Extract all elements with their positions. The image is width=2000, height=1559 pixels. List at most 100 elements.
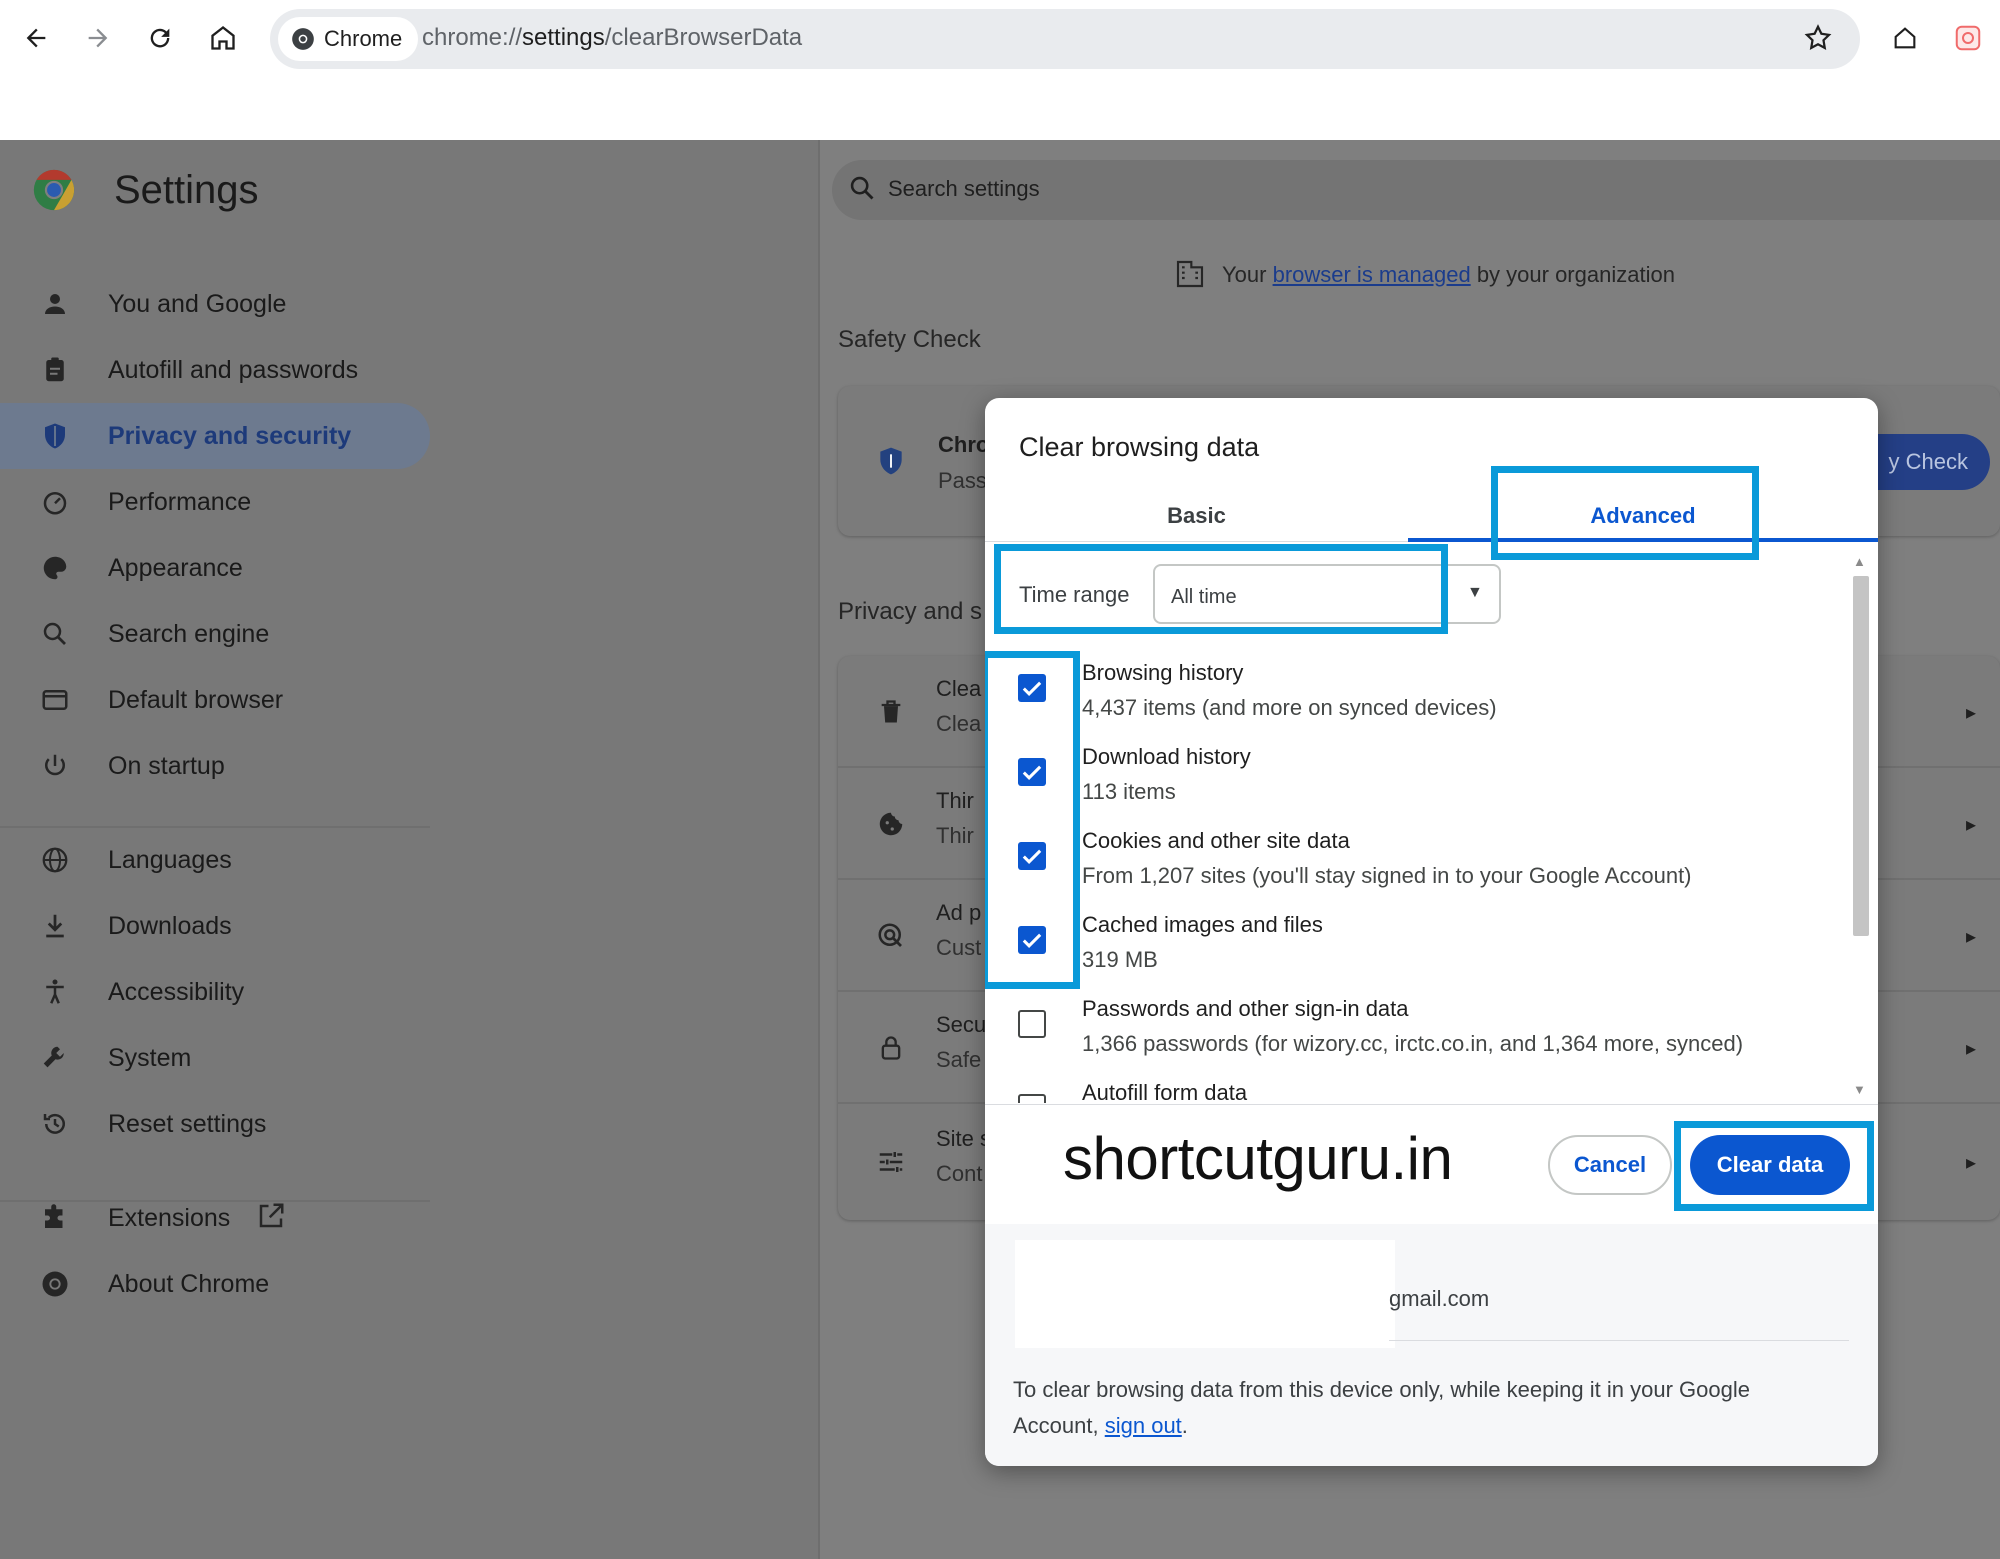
sidebar-item-label: You and Google [108, 289, 287, 318]
scrollbar-thumb[interactable] [1853, 576, 1869, 936]
history-icon [38, 1107, 72, 1141]
chevron-right-icon[interactable]: ▸ [1966, 1036, 1976, 1061]
sidebar-item-label: Autofill and passwords [108, 355, 359, 384]
search-placeholder: Search settings [888, 176, 1040, 201]
puzzle-icon [38, 1201, 72, 1235]
safety-row-subtitle: Pass [938, 468, 987, 493]
sidebar-item-label: About Chrome [108, 1269, 270, 1298]
sidebar-item-extensions[interactable]: Extensions [0, 1185, 430, 1251]
shield-icon [38, 419, 72, 453]
gauge-icon [38, 485, 72, 519]
privacy-row-title: Secu [936, 1012, 987, 1037]
reload-button[interactable] [140, 18, 180, 58]
url-path: /clearBrowserData [604, 24, 803, 51]
checkboxes-highlight-box [985, 651, 1080, 989]
managed-link[interactable]: browser is managed [1273, 262, 1471, 287]
site-chip[interactable]: Chrome [278, 17, 419, 61]
sidebar-item-you-and-google[interactable]: You and Google [0, 271, 430, 337]
sidebar-item-search-engine[interactable]: Search engine [0, 601, 430, 667]
sidebar-item-label: Privacy and security [108, 421, 352, 450]
bookmark-button[interactable] [1798, 18, 1838, 58]
option-title: Passwords and other sign-in data [1082, 996, 1409, 1021]
sidebar-item-privacy-and-security[interactable]: Privacy and security [0, 403, 430, 469]
sidebar-item-label: Performance [108, 487, 252, 516]
cookie-icon [874, 807, 908, 841]
chevron-right-icon[interactable]: ▸ [1966, 924, 1976, 949]
url-text[interactable]: chrome://settings/clearBrowserData [422, 24, 802, 52]
option-cookies-and-other-site-data[interactable]: Cookies and other site data From 1,207 si… [985, 822, 1845, 902]
sign-out-link[interactable]: sign out [1105, 1413, 1182, 1438]
safety-row-title: Chro [938, 432, 990, 457]
sidebar-item-label: Reset settings [108, 1109, 267, 1138]
checkbox-unchecked[interactable] [1018, 1094, 1046, 1103]
chevron-right-icon[interactable]: ▸ [1966, 1150, 1976, 1175]
home-button[interactable] [203, 18, 243, 58]
footer-divider [985, 1104, 1878, 1105]
option-passwords-and-other-sign-in-data[interactable]: Passwords and other sign-in data 1,366 pa… [985, 990, 1845, 1070]
privacy-row-title: Clea [936, 676, 982, 701]
sidebar-item-label: On startup [108, 751, 225, 780]
sidebar-item-downloads[interactable]: Downloads [0, 893, 430, 959]
option-download-history[interactable]: Download history 113 items [985, 738, 1845, 818]
sidebar-item-languages[interactable]: Languages [0, 827, 430, 893]
shield-check-icon [874, 444, 908, 478]
forward-button[interactable] [78, 18, 118, 58]
watermark-text: shortcutguru.in [1063, 1125, 1453, 1192]
sidebar-item-reset-settings[interactable]: Reset settings [0, 1091, 430, 1157]
sidebar-item-about-chrome[interactable]: About Chrome [0, 1251, 430, 1317]
checkbox-unchecked[interactable] [1018, 1010, 1046, 1038]
sliders-icon [874, 1145, 908, 1179]
data-type-options: Browsing history 4,437 items (and more on… [985, 398, 1878, 1103]
chrome-logo-icon [32, 168, 76, 212]
option-subtitle: 4,437 items (and more on synced devices) [1082, 695, 1497, 720]
browser-toolbar: Chrome chrome://settings/clearBrowserDat… [0, 0, 2000, 140]
sidebar-item-default-browser[interactable]: Default browser [0, 667, 430, 733]
safety-check-heading: Safety Check [838, 326, 981, 353]
power-icon [38, 749, 72, 783]
extension-button[interactable] [1885, 18, 1925, 58]
chevron-right-icon[interactable]: ▸ [1966, 812, 1976, 837]
chevron-right-icon[interactable]: ▸ [1966, 700, 1976, 725]
sidebar-item-appearance[interactable]: Appearance [0, 535, 430, 601]
wrench-icon [38, 1041, 72, 1075]
scroll-down-icon[interactable]: ▼ [1853, 1082, 1866, 1097]
option-subtitle: 1,366 passwords (for wizory.cc, irctc.co… [1082, 1031, 1744, 1056]
cancel-button[interactable]: Cancel [1548, 1135, 1672, 1195]
browser-icon [38, 683, 72, 717]
search-icon [38, 617, 72, 651]
search-icon [848, 174, 876, 202]
privacy-row-title: Site s [936, 1126, 992, 1151]
ad-privacy-icon [874, 919, 908, 953]
sidebar-item-label: Search engine [108, 619, 270, 648]
managed-notice: Your browser is managed by your organiza… [1222, 262, 1675, 288]
option-cached-images-and-files[interactable]: Cached images and files 319 MB [985, 906, 1845, 986]
sidebar-item-system[interactable]: System [0, 1025, 430, 1091]
option-title: Cached images and files [1082, 912, 1323, 937]
sign-out-note: To clear browsing data from this device … [1013, 1372, 1833, 1444]
privacy-row-subtitle: Cont [936, 1161, 983, 1186]
option-browsing-history[interactable]: Browsing history 4,437 items (and more on… [985, 654, 1845, 734]
option-title: Browsing history [1082, 660, 1244, 685]
profile-button[interactable] [1948, 18, 1988, 58]
option-autofill-form-data[interactable]: Autofill form data [985, 1074, 1845, 1103]
option-title: Autofill form data [1082, 1080, 1248, 1103]
option-subtitle: 319 MB [1082, 947, 1158, 972]
sidebar-item-autofill-and-passwords[interactable]: Autofill and passwords [0, 337, 430, 403]
scroll-up-icon[interactable]: ▲ [1853, 554, 1866, 569]
account-divider [1389, 1340, 1849, 1341]
sidebar-item-on-startup[interactable]: On startup [0, 733, 430, 799]
clear-data-highlight-box [1674, 1121, 1874, 1211]
back-button[interactable] [16, 18, 56, 58]
sidebar-item-label: Languages [108, 845, 232, 874]
lock-icon [874, 1031, 908, 1065]
home-icon [211, 26, 235, 50]
privacy-row-subtitle: Safe [936, 1047, 982, 1072]
sidebar-item-performance[interactable]: Performance [0, 469, 430, 535]
chrome-icon [38, 1267, 72, 1301]
privacy-heading: Privacy and s [838, 598, 983, 625]
profile-extension-icon [1955, 25, 1981, 51]
sidebar-item-accessibility[interactable]: Accessibility [0, 959, 430, 1025]
star-icon [1804, 24, 1832, 50]
sidebar-item-label: Accessibility [108, 977, 245, 1006]
sidebar-separator [0, 826, 430, 828]
